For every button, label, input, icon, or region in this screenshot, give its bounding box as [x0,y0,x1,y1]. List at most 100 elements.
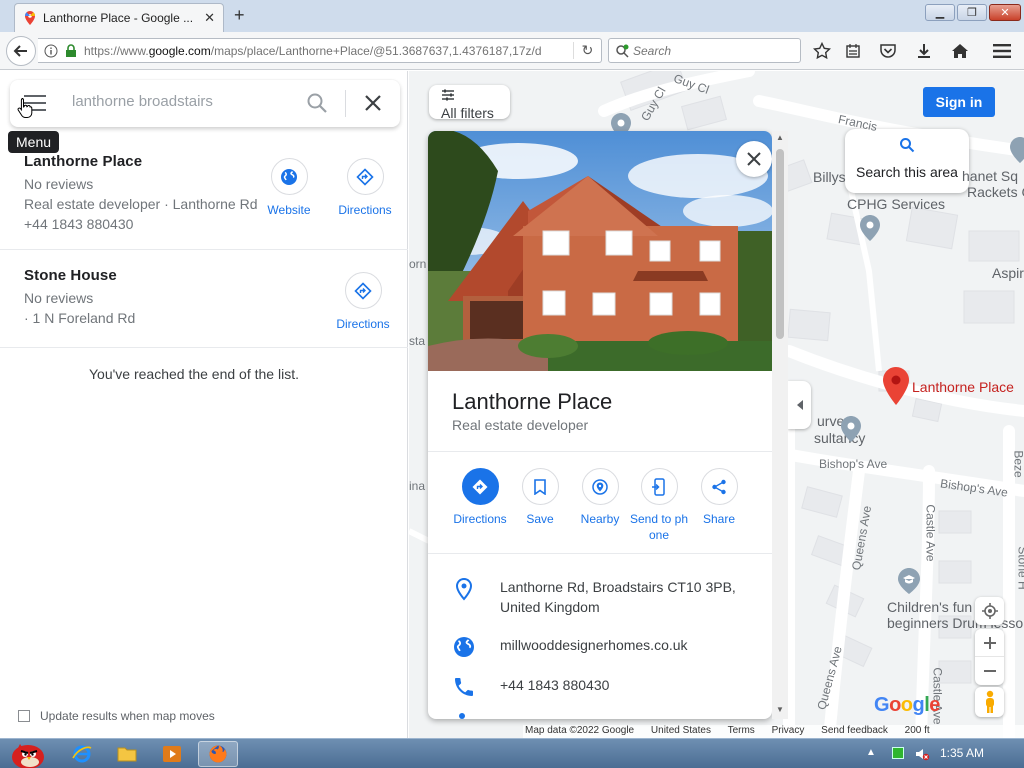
search-engine-icon [616,44,629,58]
collapse-panel-button[interactable] [788,381,811,429]
all-filters-button[interactable]: All filters [429,85,510,119]
save-label: Save [526,512,554,526]
plus-icon [983,636,996,649]
maps-search-input[interactable] [72,93,292,110]
result-reviews: No reviews [24,290,94,306]
my-location-button[interactable] [975,597,1004,625]
terms-link[interactable]: Terms [728,725,755,736]
poi-pin-icon[interactable] [1010,137,1024,163]
file-explorer-taskbar-icon[interactable] [107,741,147,767]
send-to-phone-button[interactable]: Send to ph one [628,468,690,543]
address-line-1: Lanthorne Rd, Broadstairs CT10 3PB, [500,579,736,595]
privacy-link[interactable]: Privacy [772,725,805,736]
map-label-cphg-services: CPHG Services [847,196,946,212]
url-text: https://www.google.com/maps/place/Lantho… [84,43,542,58]
directions-circle [346,158,384,195]
place-category[interactable]: Real estate developer [452,417,588,433]
scroll-down-icon[interactable]: ▼ [776,705,784,714]
sign-in-button[interactable]: Sign in [923,87,995,117]
download-icon[interactable] [914,41,934,61]
start-button[interactable] [4,741,50,768]
search-area-icon [900,138,915,153]
street-view-pegman-button[interactable] [975,687,1004,717]
volume-muted-icon[interactable] [914,746,930,762]
media-player-taskbar-icon[interactable] [152,741,192,767]
send-feedback-link[interactable]: Send feedback [821,725,888,736]
card-scrollbar-thumb[interactable] [776,149,784,339]
place-photo[interactable] [428,131,772,371]
browser-search-input[interactable] [633,43,783,58]
map-label-castle-ave: Castle Ave [923,504,938,562]
search-icon[interactable] [306,92,328,114]
zoom-in-button[interactable] [975,629,1004,657]
nearby-button[interactable]: Nearby [569,468,631,527]
all-filters-label: All filters [441,105,494,119]
card-scrollbar[interactable]: ▲ ▼ [772,131,788,719]
browser-search-box[interactable] [608,38,801,63]
card-directions-button[interactable]: Directions [449,468,511,527]
map-label-bishops-ave: Bishop's Ave [819,457,888,471]
update-results-checkbox[interactable] [18,710,30,722]
share-button[interactable]: Share [688,468,750,527]
browser-tab[interactable]: Lanthorne Place - Google ... ✕ [14,3,224,32]
scroll-up-icon[interactable]: ▲ [776,133,784,142]
reload-icon[interactable]: ↻ [573,42,601,59]
window-maximize-button[interactable]: ❐ [957,4,987,21]
address-line-2: United Kingdom [500,599,600,615]
zoom-out-button[interactable] [975,657,1004,685]
browser-menu-icon[interactable] [992,41,1012,61]
end-of-list-text: You've reached the end of the list. [89,366,299,382]
map-label-fragment: Beze [1011,450,1024,478]
zoom-controls [975,629,1004,685]
website-text[interactable]: millwooddesignerhomes.co.uk [500,635,750,655]
tab-title: Lanthorne Place - Google ... [43,11,194,25]
browser-navbar: https://www.google.com/maps/place/Lantho… [0,32,1024,70]
school-pin-icon[interactable] [898,568,920,594]
filters-icon [442,89,454,101]
address-bar[interactable]: https://www.google.com/maps/place/Lantho… [38,38,602,63]
update-results-label: Update results when map moves [40,709,215,723]
firefox-taskbar-icon[interactable] [198,741,238,767]
update-results-toggle[interactable]: Update results when map moves [18,709,215,723]
home-icon[interactable] [950,41,970,61]
directions-button[interactable]: Directions [325,158,405,217]
internet-explorer-taskbar-icon[interactable] [62,741,102,767]
bookmark-icon [534,478,546,495]
tab-close-icon[interactable]: ✕ [204,10,215,26]
back-button[interactable] [6,36,36,66]
result-name[interactable]: Lanthorne Place [24,153,142,170]
phone-text[interactable]: +44 1843 880430 [500,675,750,695]
search-this-area-button[interactable]: Search this area [845,129,969,193]
close-card-button[interactable] [736,141,772,177]
save-button[interactable]: Save [509,468,571,527]
region-link[interactable]: United States [651,725,711,736]
new-tab-button[interactable]: + [234,6,245,24]
poi-pin-icon[interactable] [841,416,861,442]
bookmark-star-icon[interactable] [812,41,832,61]
map-label-stone-house: Stone H [1015,546,1024,589]
window-minimize-button[interactable]: ▁ [925,4,955,21]
result-item-stone-house[interactable]: Stone House No reviews · 1 N Foreland Rd… [0,251,408,348]
directions-button[interactable]: Directions [323,272,403,331]
website-button[interactable]: Website [249,158,329,217]
tray-expand-icon[interactable]: ▲ [866,747,876,758]
map-label-aspire: Aspire [992,265,1024,281]
info-icon[interactable] [44,44,58,58]
result-name[interactable]: Stone House [24,267,117,284]
taskbar-clock[interactable]: 1:35 AM [940,746,984,760]
map-label-rackets: Rackets C [967,184,1024,200]
map-label-lanthorne-place[interactable]: Lanthorne Place [912,379,1014,395]
window-close-button[interactable]: ✕ [989,4,1021,21]
network-status-icon[interactable] [892,747,904,759]
pocket-icon[interactable] [878,41,898,61]
clear-search-icon[interactable] [362,92,384,114]
scale-label[interactable]: 200 ft [905,725,930,736]
result-item-lanthorne-place[interactable]: Lanthorne Place No reviews Real estate d… [0,143,408,250]
poi-pin-icon[interactable] [860,215,880,241]
location-pin-icon [455,577,473,601]
reading-list-icon[interactable] [843,41,863,61]
directions-icon [472,479,488,494]
red-location-pin-icon[interactable] [883,367,909,405]
card-directions-label: Directions [453,512,507,526]
maps-search-box [10,80,400,127]
